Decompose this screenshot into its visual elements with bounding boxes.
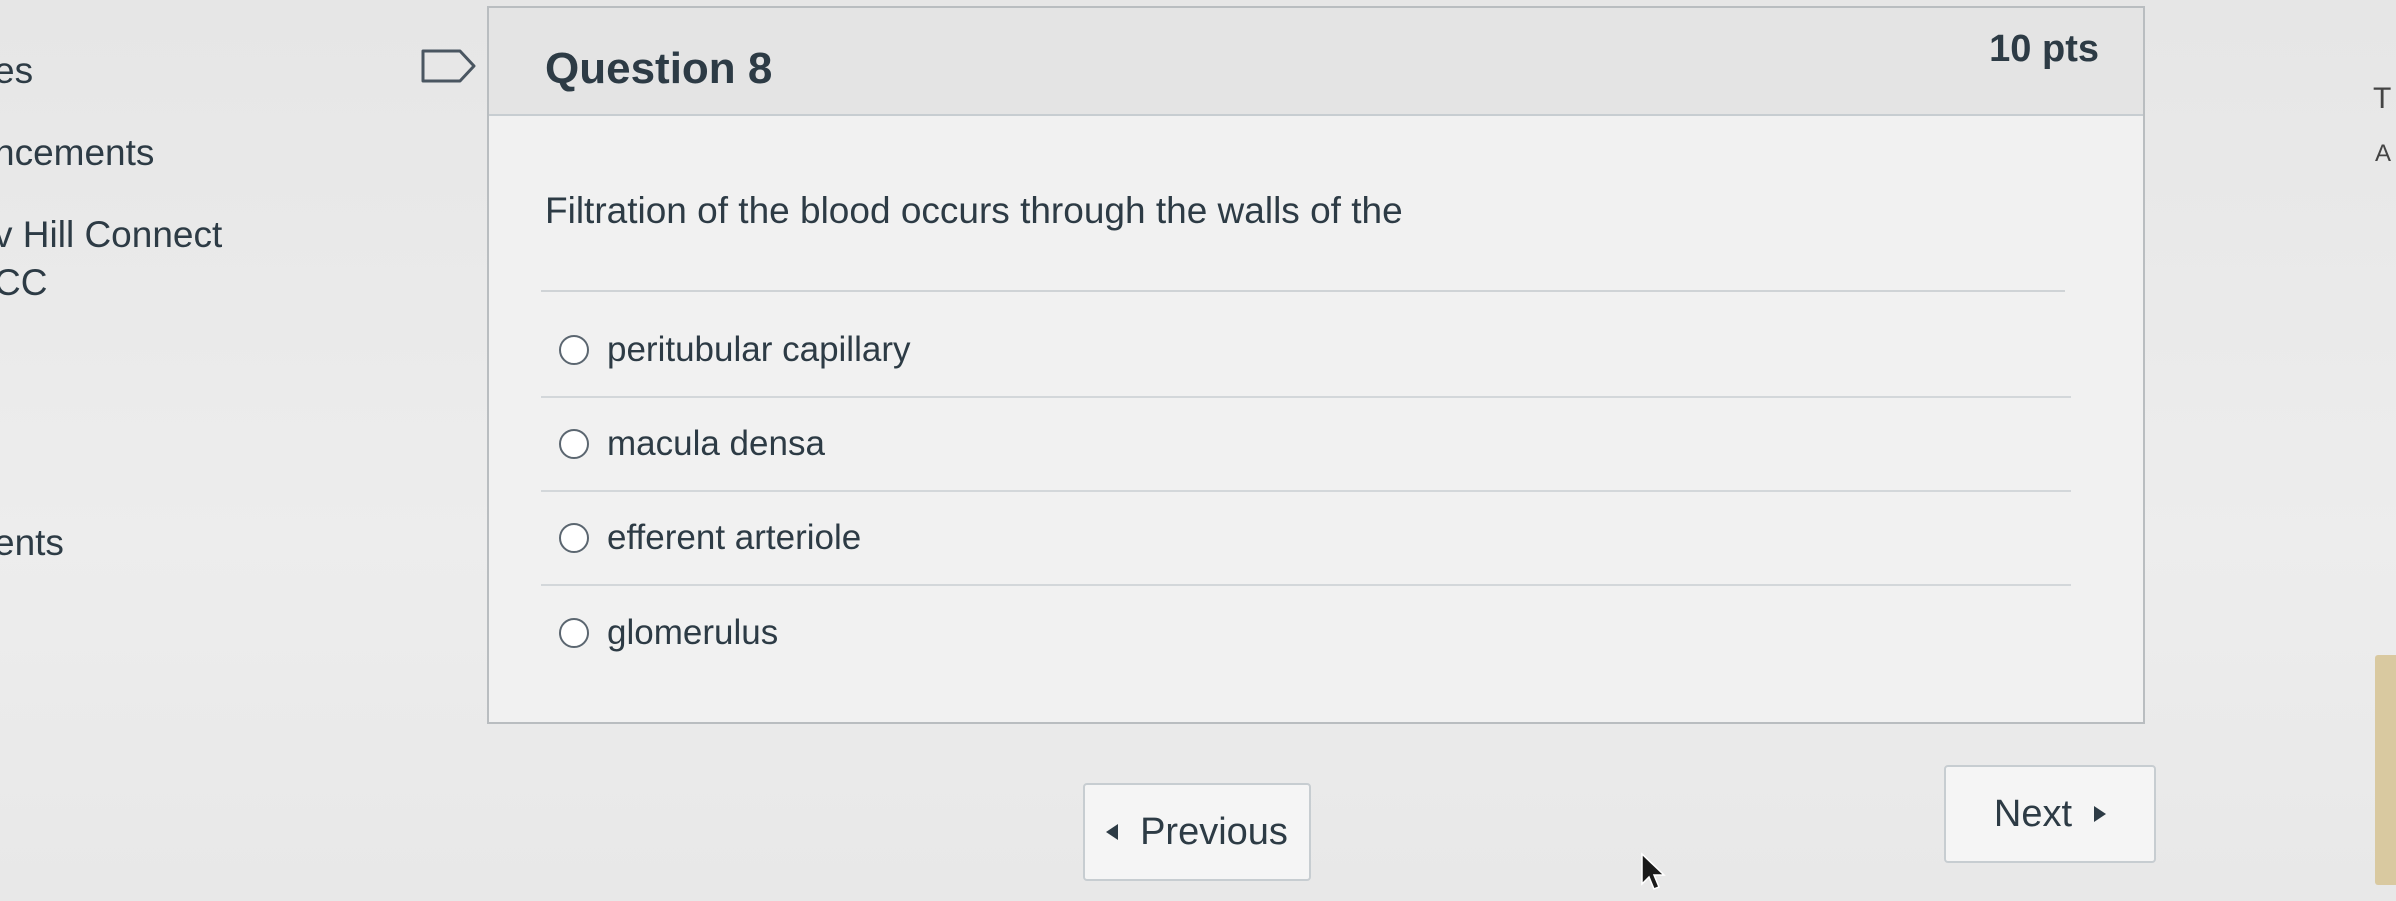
next-label: Next (1993, 792, 2073, 835)
question-title: Question 8 (545, 44, 773, 93)
nav-item-modules[interactable]: es (0, 50, 33, 92)
answer-option[interactable]: peritubular capillary (541, 304, 2071, 398)
right-fragment-text: T (2373, 82, 2392, 115)
answer-label[interactable]: macula densa (607, 424, 825, 464)
question-text: Filtration of the blood occurs through t… (545, 190, 1403, 231)
radio-button[interactable] (559, 618, 589, 648)
nav-item-announcements[interactable]: ncements (0, 132, 154, 174)
divider (541, 290, 2065, 292)
caret-left-icon (1106, 824, 1119, 840)
radio-button[interactable] (559, 523, 589, 553)
flag-question-icon[interactable] (420, 48, 478, 84)
mouse-cursor-icon (1641, 852, 1666, 890)
answer-option[interactable]: efferent arteriole (541, 492, 2071, 586)
answer-option[interactable]: macula densa (541, 398, 2071, 492)
right-edge-tab (2375, 655, 2396, 885)
answer-option[interactable]: glomerulus (541, 586, 2071, 680)
right-sidebar-fragment: T A (2365, 0, 2396, 901)
quiz-page: es ncements v Hill Connect CC ents T A Q… (0, 0, 2396, 901)
previous-button[interactable]: Previous (1083, 783, 1311, 881)
right-fragment-text: A (2375, 140, 2392, 167)
radio-button[interactable] (559, 429, 589, 459)
nav-item-assignments[interactable]: ents (0, 522, 64, 564)
answer-label[interactable]: efferent arteriole (607, 518, 861, 558)
radio-button[interactable] (559, 335, 589, 365)
answer-label[interactable]: glomerulus (607, 613, 778, 653)
question-card: Question 8 10 pts Filtration of the bloo… (487, 6, 2145, 724)
nav-item-cc[interactable]: CC (0, 262, 47, 304)
answer-label[interactable]: peritubular capillary (607, 330, 910, 370)
next-button[interactable]: Next (1944, 765, 2156, 863)
question-points: 10 pts (1989, 28, 2099, 70)
previous-label: Previous (1140, 810, 1288, 853)
answer-list: peritubular capillary macula densa effer… (541, 304, 2071, 680)
nav-item-mcgraw-hill-connect[interactable]: v Hill Connect (0, 214, 222, 256)
question-header: Question 8 10 pts (489, 8, 2143, 116)
caret-right-icon (2094, 806, 2107, 822)
